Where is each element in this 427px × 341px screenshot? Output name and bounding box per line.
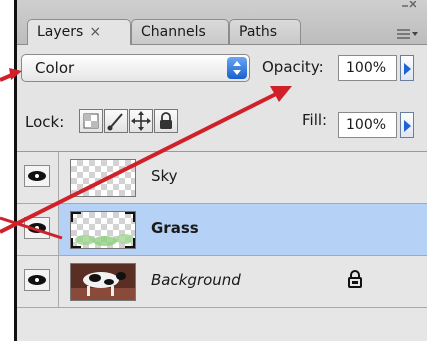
tab-layers[interactable]: Layers × (27, 19, 131, 45)
lock-image-pixels-button[interactable] (104, 109, 128, 133)
grass-thumbnail-icon (71, 212, 135, 248)
layer-lock-icon (348, 270, 362, 288)
padlock-icon (160, 112, 172, 129)
close-tab-icon[interactable]: × (89, 24, 101, 40)
tab-layers-label: Layers (37, 24, 84, 40)
opacity-input[interactable]: 100% (338, 55, 397, 81)
visibility-toggle[interactable] (17, 204, 59, 255)
fill-slider-button[interactable] (400, 112, 414, 138)
eye-icon (24, 165, 50, 187)
up-down-arrows-icon (233, 61, 241, 75)
brush-icon (107, 113, 123, 131)
layer-row-sky[interactable]: Sky (17, 152, 427, 204)
visibility-toggle[interactable] (17, 256, 59, 307)
opacity-slider-button[interactable] (400, 55, 414, 81)
blend-opacity-row: Color Opacity: 100% (17, 45, 427, 101)
opacity-label: Opacity: (262, 58, 324, 76)
move-arrows-icon (131, 111, 151, 131)
layer-thumbnail (70, 211, 136, 249)
panel-menu-icon[interactable] (395, 25, 419, 41)
layer-row-background[interactable]: Background (17, 256, 427, 308)
tab-paths-label: Paths (239, 24, 278, 40)
annotation-arrow-blend (0, 72, 15, 82)
layer-name: Background (151, 271, 241, 289)
eye-icon (24, 269, 50, 291)
blend-mode-stepper[interactable] (227, 57, 247, 79)
tab-channels[interactable]: Channels (131, 19, 229, 44)
fill-label: Fill: (302, 111, 328, 129)
tab-paths[interactable]: Paths (229, 19, 301, 44)
checkerboard-icon (83, 113, 99, 129)
layer-thumbnail (70, 159, 136, 197)
layer-thumbnail (70, 263, 136, 301)
layers-list-empty-area (17, 308, 427, 341)
lock-label: Lock: (25, 113, 65, 131)
blend-mode-select[interactable]: Color (21, 54, 250, 82)
lock-position-button[interactable] (129, 109, 153, 133)
panel-close-icon[interactable] (402, 1, 416, 15)
cow-photo-icon (71, 264, 135, 300)
lock-transparent-button[interactable] (79, 109, 103, 133)
visibility-toggle[interactable] (17, 152, 59, 203)
tab-channels-label: Channels (141, 24, 206, 40)
lock-all-button[interactable] (154, 109, 178, 133)
fill-input[interactable]: 100% (338, 112, 397, 138)
layer-name: Sky (151, 167, 178, 185)
lock-fill-row: Lock: Fill: 100% (17, 101, 427, 152)
layer-row-grass[interactable]: Grass (17, 204, 427, 256)
blend-mode-value: Color (35, 59, 75, 77)
layers-panel: Layers × Channels Paths Color Opacity: 1… (14, 0, 427, 341)
layer-name: Grass (151, 219, 199, 237)
panel-tab-bar: Layers × Channels Paths (17, 0, 427, 45)
eye-icon (24, 217, 50, 239)
